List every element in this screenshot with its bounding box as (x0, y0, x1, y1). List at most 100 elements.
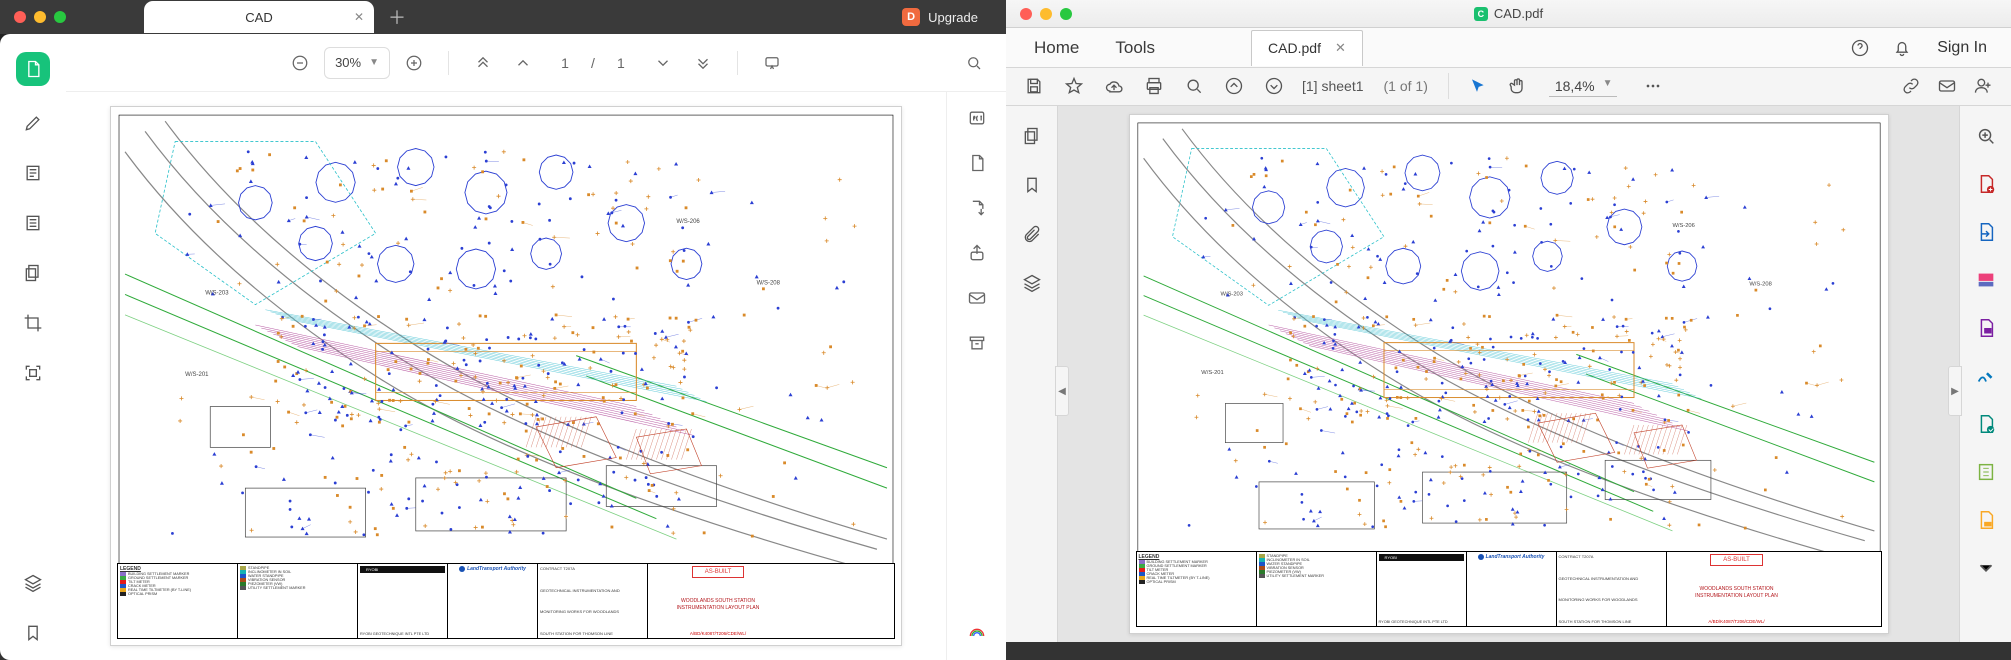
help-icon[interactable] (1847, 35, 1873, 61)
comment-icon[interactable] (1972, 314, 2000, 342)
export-icon[interactable] (967, 198, 987, 221)
color-icon[interactable] (967, 621, 987, 644)
attachments-icon[interactable] (1022, 224, 1042, 247)
cloud-icon[interactable] (1096, 68, 1132, 104)
organize-icon[interactable] (1972, 410, 2000, 438)
svg-text:W/S-201: W/S-201 (185, 372, 209, 378)
close-window-icon[interactable] (14, 11, 26, 23)
notifications-icon[interactable] (1889, 35, 1915, 61)
presentation-button[interactable] (756, 47, 788, 79)
thumbnails-icon[interactable] (1022, 126, 1042, 149)
document-tab[interactable]: CAD.pdf ✕ (1251, 30, 1363, 66)
svg-text:W/S-201: W/S-201 (1201, 370, 1223, 376)
prev-page-button[interactable] (507, 47, 539, 79)
caret-down-icon: ▼ (369, 57, 379, 68)
signin-button[interactable]: Sign In (1937, 39, 1987, 57)
export-pdf-icon[interactable] (1972, 218, 2000, 246)
document-tab[interactable]: CAD ✕ (144, 1, 374, 33)
tab-title: CAD.pdf (1268, 40, 1321, 56)
pages-icon[interactable] (20, 260, 46, 286)
share-icon[interactable] (967, 243, 987, 266)
new-tab-button[interactable]: ＋ (388, 4, 406, 30)
zoom-value: 18,4% (1555, 78, 1595, 94)
bookmark-icon[interactable] (20, 620, 46, 646)
svg-text:W/S-206: W/S-206 (676, 219, 700, 225)
reader-icon[interactable] (20, 210, 46, 236)
zoom-out-icon[interactable] (1176, 68, 1212, 104)
save-icon[interactable] (1016, 68, 1052, 104)
page-up-icon[interactable] (1216, 68, 1252, 104)
hand-tool-icon[interactable] (1499, 68, 1535, 104)
page-down-icon[interactable] (1256, 68, 1292, 104)
minimize-window-icon[interactable] (1040, 8, 1052, 20)
collapse-left-button[interactable]: ◀ (1055, 366, 1069, 416)
next-page-button[interactable] (647, 47, 679, 79)
page-indicator: 1 / 1 (547, 55, 639, 71)
window-titlebar: CAD ✕ ＋ D Upgrade (0, 0, 1006, 34)
link-share-icon[interactable] (1893, 68, 1929, 104)
minimize-window-icon[interactable] (34, 11, 46, 23)
edit-pdf-icon[interactable] (1972, 266, 2000, 294)
zoom-out-button[interactable] (284, 47, 316, 79)
right-tool-strip (946, 92, 1006, 660)
svg-text:W/S-208: W/S-208 (757, 280, 781, 286)
left-nav-strip: ◀ (1006, 106, 1058, 642)
archive-icon[interactable] (967, 333, 987, 356)
first-page-button[interactable] (467, 47, 499, 79)
last-page-button[interactable] (687, 47, 719, 79)
zoom-value: 30% (335, 55, 361, 70)
menu-home[interactable]: Home (1016, 38, 1097, 58)
page-total: 1 (603, 55, 639, 71)
search-button[interactable] (958, 47, 990, 79)
bookmark-icon[interactable] (1022, 175, 1042, 198)
zoom-select[interactable]: 30% ▼ (324, 47, 390, 79)
more-tools-icon[interactable] (1972, 554, 2000, 582)
maximize-window-icon[interactable] (54, 11, 66, 23)
ocr-icon[interactable] (967, 108, 987, 131)
account-badge-icon[interactable]: D (902, 8, 920, 26)
crop-icon[interactable] (20, 310, 46, 336)
layers-icon[interactable] (1022, 273, 1042, 296)
scan-icon[interactable] (20, 360, 46, 386)
document-viewer[interactable]: W/S-206W/S-208W/S-201W/S-203 LEGENDBUILD… (66, 92, 946, 660)
close-window-icon[interactable] (1020, 8, 1032, 20)
collapse-right-button[interactable]: ▶ (1948, 366, 1962, 416)
zoom-select[interactable]: 18,4% ▼ (1549, 76, 1617, 97)
attachments-icon[interactable] (967, 153, 987, 176)
compress-icon[interactable] (1972, 458, 2000, 486)
close-tab-icon[interactable]: ✕ (354, 10, 364, 24)
menu-tools[interactable]: Tools (1097, 38, 1173, 58)
create-pdf-icon[interactable] (1972, 170, 2000, 198)
fill-form-icon[interactable] (20, 160, 46, 186)
highlight-icon[interactable] (20, 110, 46, 136)
print-icon[interactable] (1136, 68, 1172, 104)
caret-down-icon: ▼ (1603, 78, 1613, 89)
more-icon[interactable] (1635, 68, 1671, 104)
search-page-icon[interactable] (1972, 122, 2000, 150)
add-person-icon[interactable] (1965, 68, 2001, 104)
home-icon[interactable] (16, 52, 50, 86)
window-title: CCAD.pdf (1474, 6, 1543, 21)
document-viewer[interactable]: W/S-206W/S-208W/S-201W/S-203 LEGENDBUILD… (1058, 106, 1959, 642)
page-canvas: W/S-206W/S-208W/S-201W/S-203 LEGENDBUILD… (110, 106, 902, 646)
sheet-label[interactable]: [1] sheet1 (1296, 78, 1370, 94)
page-current[interactable]: 1 (547, 55, 583, 71)
menubar: Home Tools CAD.pdf ✕ Sign In (1006, 28, 2011, 68)
svg-text:W/S-208: W/S-208 (1749, 282, 1771, 288)
main-toolbar: 30% ▼ 1 / 1 (66, 34, 1006, 92)
layers-icon[interactable] (20, 570, 46, 596)
close-tab-icon[interactable]: ✕ (1335, 40, 1346, 56)
zoom-in-button[interactable] (398, 47, 430, 79)
window-titlebar: CCAD.pdf (1006, 0, 2011, 28)
maximize-window-icon[interactable] (1060, 8, 1072, 20)
select-tool-icon[interactable] (1459, 68, 1495, 104)
redact-icon[interactable] (1972, 506, 2000, 534)
page-canvas: W/S-206W/S-208W/S-201W/S-203 LEGENDBUILD… (1129, 114, 1889, 634)
mail-icon[interactable] (1929, 68, 1965, 104)
sign-icon[interactable] (1972, 362, 2000, 390)
upgrade-button[interactable]: Upgrade (928, 10, 978, 25)
star-icon[interactable] (1056, 68, 1092, 104)
page-info: (1 of 1) (1374, 78, 1438, 94)
mail-icon[interactable] (967, 288, 987, 311)
left-tool-strip (0, 34, 66, 660)
